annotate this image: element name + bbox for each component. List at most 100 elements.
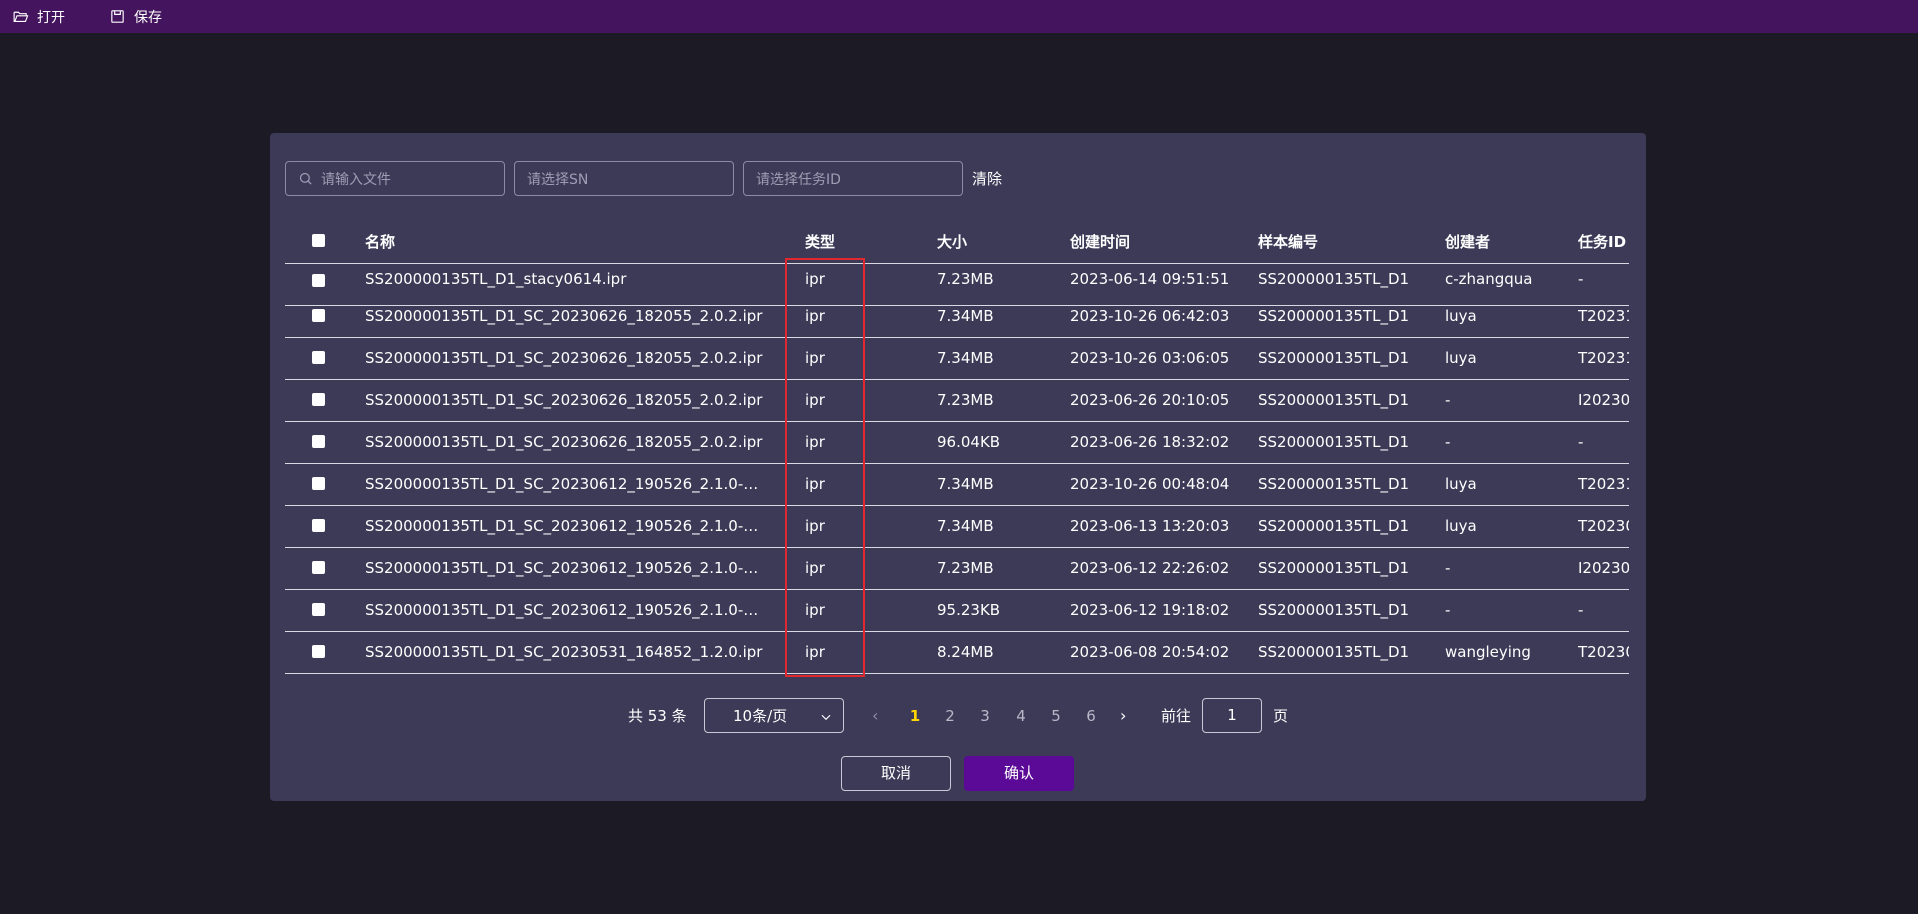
file-search-input[interactable]: 请输入文件: [285, 161, 505, 196]
creator: c-zhangqua: [1445, 270, 1533, 288]
table-row[interactable]: SS200000135TL_D1_SC_20230626_182055_2.0.…: [285, 380, 1629, 422]
created-time: 2023-06-26 18:32:02: [1070, 433, 1230, 451]
file-type: ipr: [805, 517, 825, 535]
file-size: 7.34MB: [937, 475, 994, 493]
page-4[interactable]: 4: [1006, 698, 1036, 734]
table-row[interactable]: SS200000135TL_D1_SC_20230531_164852_1.2.…: [285, 632, 1629, 674]
created-time: 2023-10-26 06:42:03: [1070, 307, 1230, 325]
task-id: -: [1578, 270, 1584, 288]
creator: luya: [1445, 517, 1477, 535]
file-type: ipr: [805, 601, 825, 619]
row-checkbox[interactable]: [312, 561, 325, 574]
save-button[interactable]: 保存: [97, 0, 174, 33]
header-name[interactable]: 名称: [365, 221, 763, 263]
sn-placeholder: 请选择SN: [527, 171, 589, 188]
table-row[interactable]: SS200000135TL_D1_SC_20230612_190526_2.1.…: [285, 506, 1629, 548]
chevron-down-icon: [821, 714, 831, 721]
file-type: ipr: [805, 559, 825, 577]
folder-open-icon: [12, 8, 29, 25]
goto-label: 前往: [1161, 707, 1192, 725]
page-size-value: 10条/页: [733, 707, 788, 725]
file-type: ipr: [805, 270, 825, 288]
next-page-button[interactable]: ›: [1120, 698, 1126, 734]
file-name: SS200000135TL_D1_stacy0614.ipr: [365, 270, 627, 288]
sample-id: SS200000135TL_D1: [1258, 307, 1410, 325]
table-row[interactable]: SS200000135TL_D1_SC_20230612_190526_2.1.…: [285, 590, 1629, 632]
file-size: 7.34MB: [937, 349, 994, 367]
header-type[interactable]: 类型: [805, 221, 865, 263]
page-6[interactable]: 6: [1076, 698, 1106, 734]
sample-id: SS200000135TL_D1: [1258, 391, 1410, 409]
created-time: 2023-06-12 19:18:02: [1070, 601, 1230, 619]
table-row[interactable]: SS200000135TL_D1_SC_20230626_182055_2.0.…: [285, 422, 1629, 464]
table-row[interactable]: SS200000135TL_D1_SC_20230612_190526_2.1.…: [285, 464, 1629, 506]
header-sample[interactable]: 样本编号: [1258, 221, 1418, 263]
header-creator[interactable]: 创建者: [1445, 221, 1540, 263]
sample-id: SS200000135TL_D1: [1258, 349, 1410, 367]
file-type: ipr: [805, 643, 825, 661]
table-header: 名称 类型 大小 创建时间 样本编号 创建者 任务ID: [285, 221, 1629, 264]
header-created[interactable]: 创建时间: [1070, 221, 1240, 263]
task-id-select[interactable]: 请选择任务ID: [743, 161, 963, 196]
created-time: 2023-10-26 00:48:04: [1070, 475, 1230, 493]
file-type: ipr: [805, 349, 825, 367]
creator: -: [1445, 433, 1451, 451]
file-size: 7.23MB: [937, 270, 994, 288]
goto-page-input[interactable]: 1: [1202, 698, 1262, 733]
file-name: SS200000135TL_D1_SC_20230626_182055_2.0.…: [365, 433, 763, 451]
creator: -: [1445, 391, 1451, 409]
row-checkbox[interactable]: [312, 477, 325, 490]
page-3[interactable]: 3: [970, 698, 1000, 734]
row-checkbox[interactable]: [312, 393, 325, 406]
top-toolbar: 打开 保存: [0, 0, 1918, 33]
page-5[interactable]: 5: [1041, 698, 1071, 734]
task-id: -: [1578, 433, 1584, 451]
file-size: 7.23MB: [937, 391, 994, 409]
goto-suffix: 页: [1273, 707, 1289, 725]
table-row[interactable]: SS200000135TL_D1_SC_20230626_182055_2.0.…: [285, 338, 1629, 380]
sn-select[interactable]: 请选择SN: [514, 161, 734, 196]
row-checkbox[interactable]: [312, 274, 325, 287]
creator: -: [1445, 601, 1451, 619]
row-checkbox[interactable]: [312, 645, 325, 658]
confirm-button[interactable]: 确认: [964, 756, 1074, 791]
sample-id: SS200000135TL_D1: [1258, 601, 1410, 619]
clear-button[interactable]: 清除: [972, 168, 1002, 189]
creator: luya: [1445, 475, 1477, 493]
select-all-checkbox[interactable]: [312, 234, 325, 247]
page-2[interactable]: 2: [935, 698, 965, 734]
file-size: 7.34MB: [937, 517, 994, 535]
row-checkbox[interactable]: [312, 435, 325, 448]
header-size[interactable]: 大小: [937, 221, 1047, 263]
page-size-select[interactable]: 10条/页: [704, 698, 844, 733]
task-id: T20231: [1578, 307, 1629, 325]
sample-id: SS200000135TL_D1: [1258, 517, 1410, 535]
row-checkbox[interactable]: [312, 603, 325, 616]
table-row[interactable]: SS200000135TL_D1_SC_20230612_190526_2.1.…: [285, 548, 1629, 590]
task-id: T20230: [1578, 517, 1629, 535]
page-1[interactable]: 1: [900, 698, 930, 734]
table-row[interactable]: SS200000135TL_D1_SC_20230626_182055_2.0.…: [285, 296, 1629, 338]
sample-id: SS200000135TL_D1: [1258, 475, 1410, 493]
task-id: I202306: [1578, 391, 1629, 409]
save-label: 保存: [134, 9, 162, 26]
task-id-placeholder: 请选择任务ID: [756, 171, 841, 188]
file-name: SS200000135TL_D1_SC_20230612_190526_2.1.…: [365, 559, 763, 577]
row-checkbox[interactable]: [312, 351, 325, 364]
file-name: SS200000135TL_D1_SC_20230612_190526_2.1.…: [365, 475, 763, 493]
open-label: 打开: [37, 9, 65, 26]
save-icon: [109, 8, 126, 25]
header-task[interactable]: 任务ID: [1578, 221, 1629, 263]
task-id: T20230: [1578, 643, 1629, 661]
cancel-button[interactable]: 取消: [841, 756, 951, 791]
row-checkbox[interactable]: [312, 309, 325, 322]
open-button[interactable]: 打开: [0, 0, 77, 33]
sample-id: SS200000135TL_D1: [1258, 643, 1410, 661]
row-checkbox[interactable]: [312, 519, 325, 532]
created-time: 2023-06-08 20:54:02: [1070, 643, 1230, 661]
file-name: SS200000135TL_D1_SC_20230626_182055_2.0.…: [365, 307, 763, 325]
file-type: ipr: [805, 391, 825, 409]
task-id: -: [1578, 601, 1584, 619]
prev-page-button[interactable]: ‹: [872, 698, 878, 734]
file-type: ipr: [805, 433, 825, 451]
